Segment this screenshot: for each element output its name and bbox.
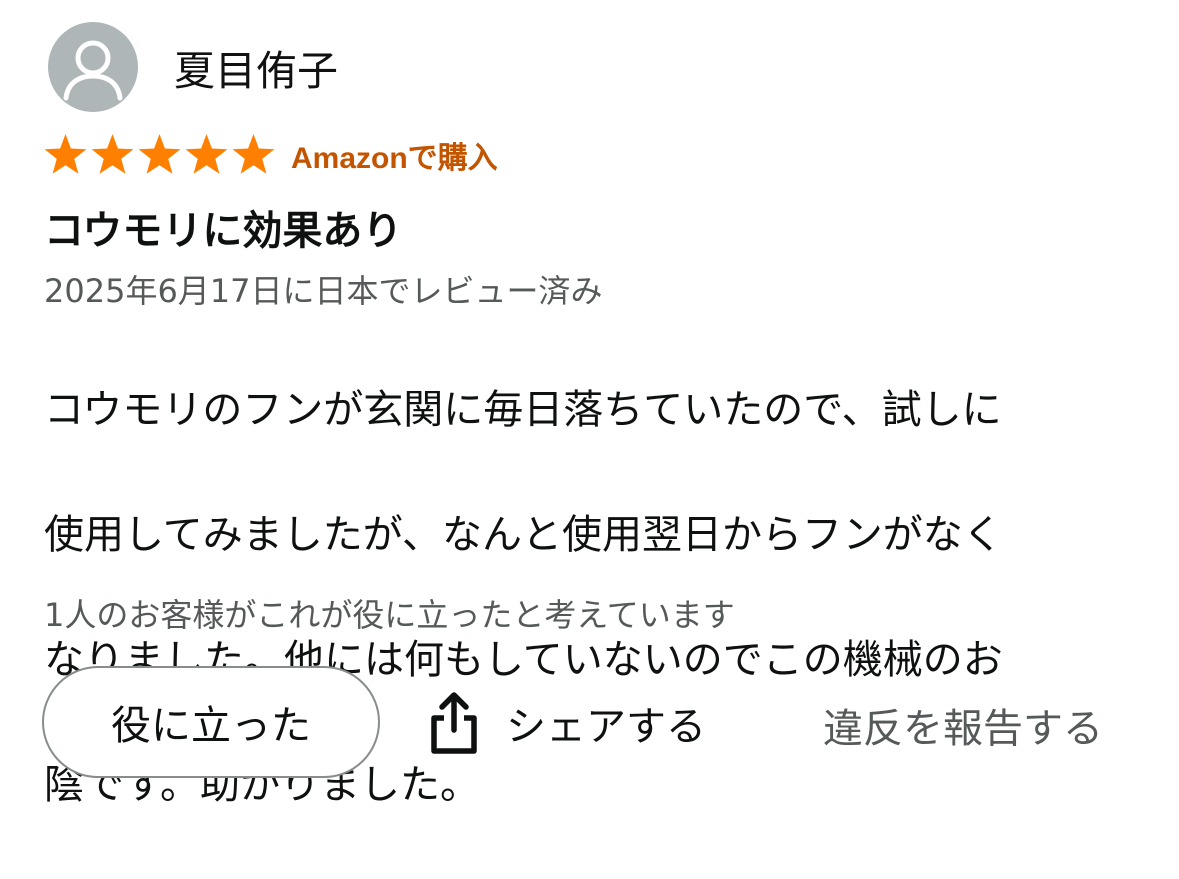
star-icon (232, 134, 275, 174)
share-icon (431, 692, 477, 754)
star-rating (42, 132, 277, 178)
share-button[interactable]: シェアする (426, 690, 706, 756)
review-body-line: コウモリのフンが玄関に毎日落ちていたので、試しに (44, 386, 1002, 433)
reviewer-name[interactable]: 夏目侑子 (174, 37, 338, 97)
user-silhouette-icon (63, 40, 123, 101)
star-icon (91, 134, 134, 174)
helpful-button[interactable]: 役に立った (42, 666, 380, 778)
review-card: 夏目侑子 Amazonで購入 コウモリに効果あり 2025年6月17日に日本でレ… (0, 0, 1179, 816)
review-title[interactable]: コウモリに効果あり (44, 198, 402, 256)
star-icon (185, 134, 228, 174)
report-abuse-link[interactable]: 違反を報告する (823, 696, 1103, 754)
share-label: シェアする (506, 704, 706, 750)
star-icon (138, 134, 181, 174)
review-date: 2025年6月17日に日本でレビュー済み (44, 272, 603, 310)
star-icon (44, 134, 87, 174)
rating-row: Amazonで購入 (42, 132, 498, 178)
verified-purchase-badge: Amazonで購入 (291, 142, 498, 175)
review-body-line: 使用してみましたが、なんと使用翌日からフンがなく (44, 511, 1003, 558)
reviewer-profile[interactable]: 夏目侑子 (48, 22, 338, 112)
avatar[interactable] (48, 22, 138, 112)
helpful-count: 1人のお客様がこれが役に立ったと考えています (44, 596, 735, 634)
